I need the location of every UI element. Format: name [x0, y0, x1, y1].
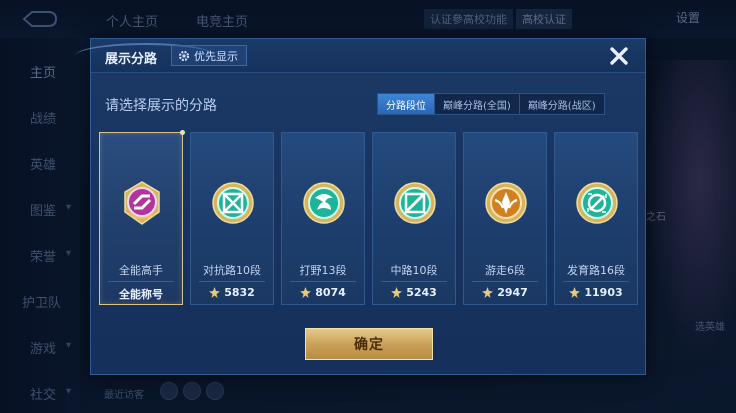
lane-card-mid[interactable]: 中路10段 5243 — [372, 132, 456, 305]
lane-stat: 8074 — [282, 286, 364, 299]
lane-name: 发育路16段 — [567, 264, 625, 277]
lane-stat: 5832 — [191, 286, 273, 299]
lane-card-clash[interactable]: 对抗路10段 5832 — [190, 132, 274, 305]
gear-icon — [178, 50, 190, 61]
power-icon — [209, 287, 221, 298]
card-divider — [472, 281, 538, 282]
dialog-header: 展示分路 优先显示 — [75, 39, 645, 73]
power-icon — [482, 287, 494, 298]
jungle-emblem-icon — [303, 182, 345, 224]
lane-tabs: 分路段位 巅峰分路(全国) 巅峰分路(战区) — [377, 93, 605, 115]
lane-name: 全能高手 — [119, 264, 163, 277]
selection-marker — [180, 130, 185, 135]
confirm-button[interactable]: 确定 — [305, 328, 433, 360]
power-icon — [391, 287, 403, 298]
dialog-title: 展示分路 — [105, 52, 158, 67]
tab-peak-lane-region[interactable]: 巅峰分路(战区) — [520, 94, 604, 114]
power-icon — [569, 287, 581, 298]
card-divider — [381, 281, 447, 282]
lane-card-jungle[interactable]: 打野13段 8074 — [281, 132, 365, 305]
roam-emblem-icon — [485, 182, 527, 224]
lane-name: 打野13段 — [299, 264, 347, 277]
lane-stat-value: 2947 — [497, 286, 528, 299]
lane-name: 对抗路10段 — [203, 264, 261, 277]
lane-stat-value: 5832 — [224, 286, 255, 299]
lane-stat-value: 8074 — [315, 286, 346, 299]
lane-card-list: 全能高手 全能称号 对抗路10段 5832 打野13段 8074 中路10段 5… — [99, 130, 638, 305]
card-divider — [563, 281, 629, 282]
all-round-emblem-icon — [124, 181, 160, 225]
close-icon — [610, 47, 628, 65]
priority-display-button[interactable]: 优先显示 — [171, 45, 247, 66]
clash-lane-emblem-icon — [212, 182, 254, 224]
close-button[interactable] — [605, 42, 633, 70]
priority-display-label: 优先显示 — [194, 49, 238, 63]
lane-name: 游走6段 — [485, 264, 525, 277]
mid-lane-emblem-icon — [394, 182, 436, 224]
lane-card-all-round[interactable]: 全能高手 全能称号 — [99, 130, 185, 305]
lane-card-farm[interactable]: 发育路16段 11903 — [554, 132, 638, 305]
power-icon — [300, 287, 312, 298]
card-divider — [199, 281, 265, 282]
lane-card-roam[interactable]: 游走6段 2947 — [463, 132, 547, 305]
card-divider — [108, 281, 174, 282]
farm-lane-emblem-icon — [576, 182, 618, 224]
card-divider — [290, 281, 356, 282]
lane-stat-value: 5243 — [406, 286, 437, 299]
lane-stat-value: 11903 — [584, 286, 623, 299]
tab-lane-rank[interactable]: 分路段位 — [378, 94, 435, 114]
lane-name: 中路10段 — [390, 264, 438, 277]
lane-display-dialog: 展示分路 优先显示 请选择展示的分路 分路段位 巅峰分路(全国) 巅峰分路(战区… — [75, 38, 646, 375]
lane-stat: 11903 — [555, 286, 637, 299]
tab-peak-lane-national[interactable]: 巅峰分路(全国) — [435, 94, 520, 114]
lane-stat: 2947 — [464, 286, 546, 299]
lane-stat: 5243 — [373, 286, 455, 299]
dialog-subtitle: 请选择展示的分路 — [105, 98, 217, 114]
lane-stat: 全能称号 — [100, 286, 182, 302]
lane-stat-value: 全能称号 — [119, 288, 163, 301]
